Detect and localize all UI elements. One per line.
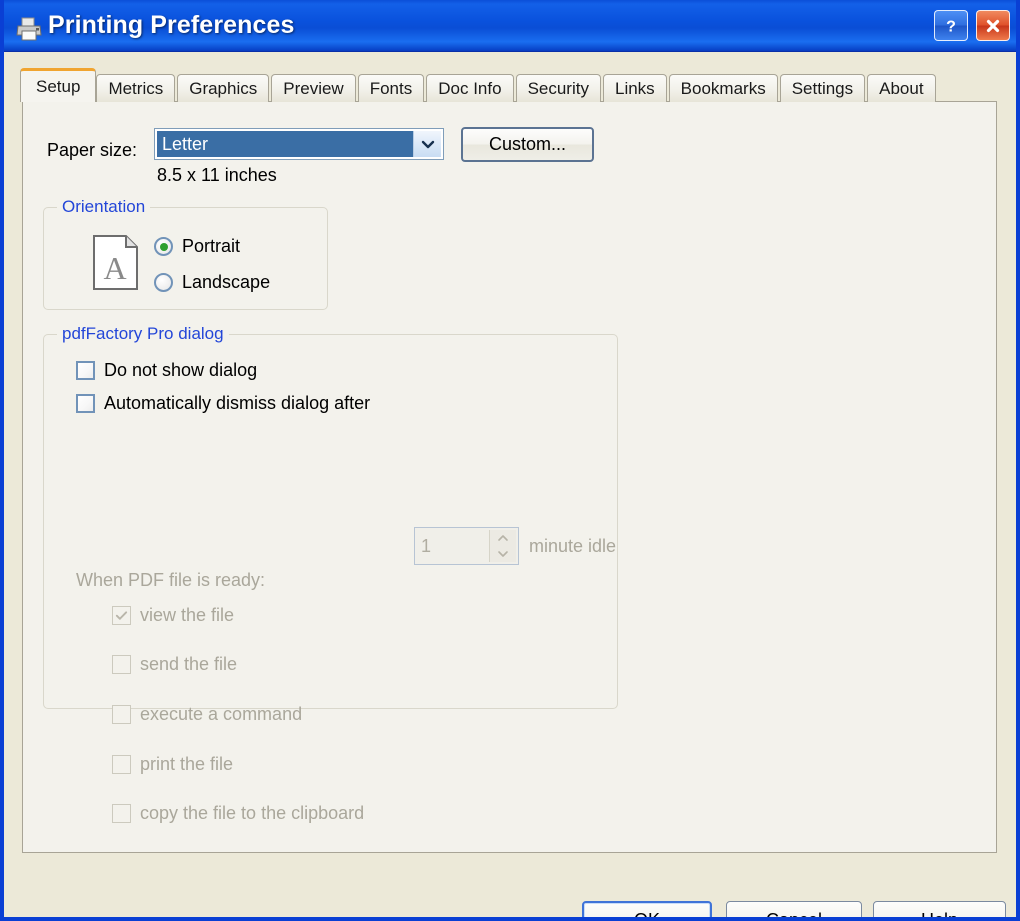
checkbox-label: copy the file to the clipboard [140,803,365,823]
client-area: Setup Metrics Graphics Preview Fonts Doc… [4,52,1016,917]
checkbox-indicator [112,655,131,674]
pdf-dialog-legend: pdfFactory Pro dialog [57,324,229,344]
custom-button[interactable]: Custom... [461,127,594,162]
tab-label: About [879,78,924,98]
page-orientation-icon: A [90,233,142,293]
radio-portrait-label: Portrait [182,236,241,256]
setup-tab-panel: Paper size: Letter 8.5 x 11 inches Custo… [22,101,997,853]
tab-label: Graphics [189,78,258,98]
tab-preview[interactable]: Preview [271,74,356,102]
idle-minutes-stepper[interactable]: 1 [414,527,519,565]
tab-settings[interactable]: Settings [779,74,866,102]
ok-button[interactable]: OK [582,901,712,917]
tab-metrics[interactable]: Metrics [96,74,176,102]
when-ready-label: When PDF file is ready: [76,570,266,590]
radio-landscape-label: Landscape [182,272,271,292]
checkbox-print-the-file: print the file [112,754,233,775]
paper-size-value: Letter [157,131,413,157]
pdf-dialog-group: pdfFactory Pro dialog Do not show dialog… [43,324,618,823]
stepper-down-icon[interactable] [490,546,516,562]
checkbox-label: view the file [140,605,235,625]
tab-label: Metrics [108,78,164,98]
radio-landscape[interactable]: Landscape [154,272,270,293]
stepper-buttons[interactable] [489,530,516,562]
svg-text:A: A [103,250,126,286]
orientation-legend: Orientation [57,197,151,217]
chevron-down-icon[interactable] [413,131,441,157]
checkbox-label: send the file [140,654,238,674]
checkbox-indicator[interactable] [76,361,95,380]
checkbox-label: Automatically dismiss dialog after [104,393,371,413]
tab-bookmarks[interactable]: Bookmarks [668,74,778,102]
checkbox-copy-to-clipboard: copy the file to the clipboard [112,803,364,824]
tab-doc-info[interactable]: Doc Info [426,74,514,102]
tab-label: Links [614,78,655,98]
paper-size-label: Paper size: [47,140,138,160]
checkbox-indicator [112,804,131,823]
printer-icon [14,15,44,43]
help-button[interactable]: ? [934,10,968,41]
tab-links[interactable]: Links [602,74,667,102]
checkbox-do-not-show-dialog[interactable]: Do not show dialog [76,360,257,381]
radio-portrait-indicator [154,237,173,256]
tab-label: Settings [791,78,854,98]
orientation-group: Orientation A Portrait Landscape [43,197,328,310]
checkbox-view-the-file: view the file [112,605,234,626]
printing-preferences-window: Printing Preferences ? Setup Metrics Gra… [0,0,1020,921]
idle-minutes-value: 1 [421,535,432,556]
checkbox-indicator [112,606,131,625]
checkbox-send-the-file: send the file [112,654,237,675]
checkbox-indicator [112,705,131,724]
tab-security[interactable]: Security [515,74,601,102]
tab-fonts[interactable]: Fonts [357,74,425,102]
tab-label: Doc Info [438,78,502,98]
paper-size-dimensions: 8.5 x 11 inches [157,165,277,185]
title-bar: Printing Preferences ? [4,0,1016,52]
tab-label: Security [527,78,589,98]
tab-graphics[interactable]: Graphics [177,74,270,102]
checkbox-indicator[interactable] [76,394,95,413]
paper-size-combobox[interactable]: Letter [154,128,444,160]
checkbox-label: print the file [140,754,234,774]
checkbox-auto-dismiss-dialog[interactable]: Automatically dismiss dialog after [76,393,370,414]
tab-about[interactable]: About [867,74,936,102]
tab-setup[interactable]: Setup [20,68,97,102]
tab-label: Setup [36,76,81,96]
tab-label: Bookmarks [680,78,766,98]
checkbox-label: Do not show dialog [104,360,258,380]
radio-landscape-indicator [154,273,173,292]
cancel-button[interactable]: Cancel [726,901,862,917]
svg-text:?: ? [946,18,956,35]
checkbox-execute-a-command: execute a command [112,704,302,725]
tab-label: Preview [283,78,344,98]
tab-label: Fonts [369,78,413,98]
window-title: Printing Preferences [48,11,295,39]
checkbox-indicator [112,755,131,774]
idle-units-label: minute idle [529,536,617,556]
radio-portrait[interactable]: Portrait [154,236,240,257]
tab-strip: Setup Metrics Graphics Preview Fonts Doc… [20,68,938,102]
help-footer-button[interactable]: Help [873,901,1006,917]
stepper-up-icon[interactable] [490,530,516,546]
checkbox-label: execute a command [140,704,303,724]
close-icon[interactable] [976,10,1010,41]
